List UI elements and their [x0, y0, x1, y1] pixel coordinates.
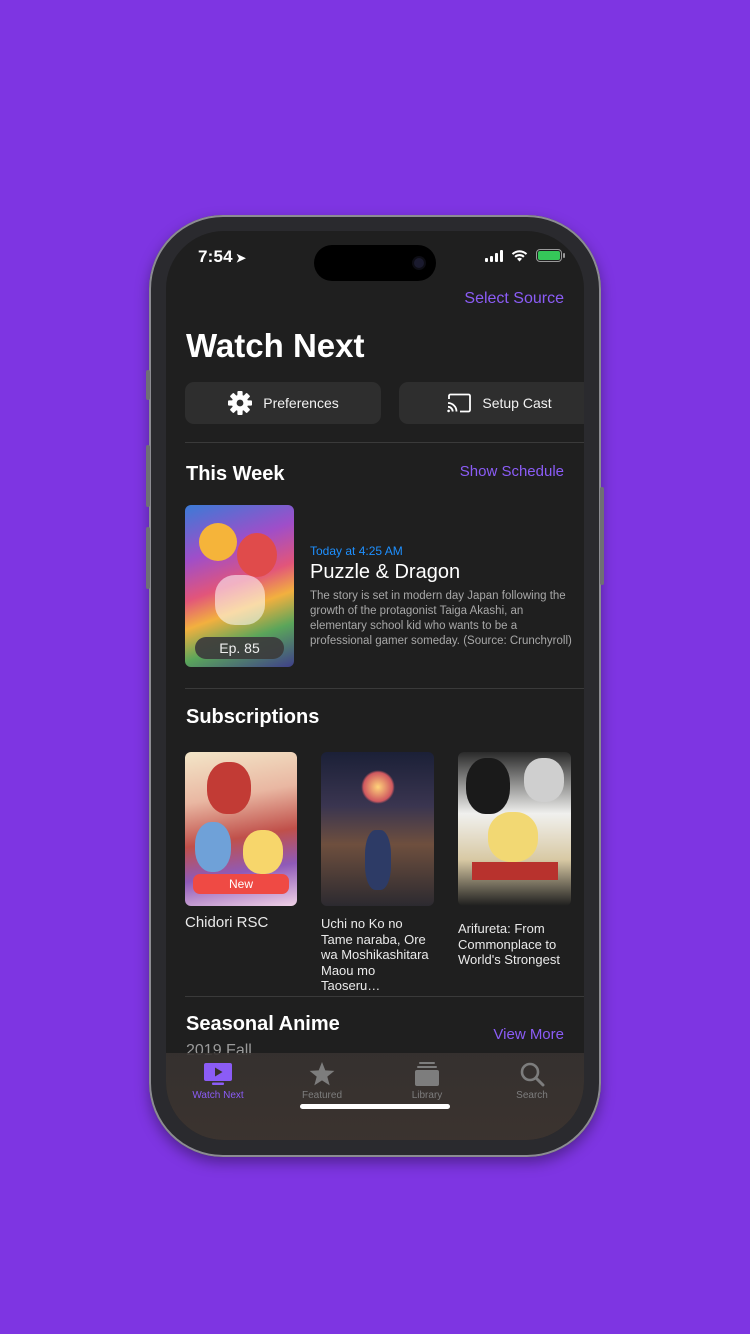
poster-art-shape — [524, 758, 564, 802]
show-description: The story is set in modern day Japan fol… — [310, 590, 572, 647]
tab-label: Library — [411, 1090, 443, 1101]
episode-badge: Ep. 85 — [195, 637, 284, 659]
poster-art-shape — [472, 862, 558, 880]
subscriptions-heading: Subscriptions — [186, 706, 320, 728]
library-stack-icon — [415, 1062, 439, 1086]
volume-down-button — [146, 527, 150, 589]
poster-art-shape — [361, 770, 395, 804]
divider — [185, 688, 584, 689]
subscription-title: Arifureta: From Commonplace to World's S… — [458, 921, 560, 967]
tab-label: Featured — [301, 1090, 343, 1101]
home-indicator[interactable] — [300, 1104, 450, 1109]
seasonal-heading: Seasonal Anime — [186, 1013, 340, 1035]
poster-art-shape — [207, 762, 251, 814]
divider — [185, 442, 584, 443]
tab-label: Watch Next — [192, 1090, 244, 1101]
tv-play-icon — [204, 1063, 232, 1085]
battery-charging-icon — [536, 249, 565, 262]
poster-art-shape — [215, 575, 265, 625]
divider — [185, 996, 584, 997]
tab-featured[interactable]: Featured — [282, 1061, 362, 1101]
tab-library[interactable]: Library — [387, 1061, 467, 1101]
poster-art-shape — [488, 812, 538, 862]
status-time-text: 7:54 — [198, 247, 233, 266]
cast-icon — [447, 393, 472, 413]
poster-art-shape — [199, 523, 237, 561]
search-icon — [520, 1062, 545, 1087]
poster-art-shape — [365, 830, 391, 890]
this-week-heading: This Week — [186, 463, 285, 485]
tab-search[interactable]: Search — [492, 1061, 572, 1101]
app-screen: 7:54 ➤ Select Source Watch Next Preferen… — [166, 231, 584, 1140]
wifi-icon — [511, 250, 528, 262]
show-title: Puzzle & Dragon — [310, 561, 461, 583]
poster-art-shape — [237, 533, 277, 577]
cellular-signal-icon — [485, 249, 503, 262]
page-title: Watch Next — [186, 327, 365, 364]
preferences-button[interactable]: Preferences — [185, 382, 381, 424]
setup-cast-label: Setup Cast — [482, 395, 552, 411]
uchi-no-ko-poster[interactable] — [321, 752, 434, 906]
arifureta-poster[interactable] — [458, 752, 571, 906]
show-schedule-link[interactable]: Show Schedule — [460, 463, 564, 480]
status-icons — [485, 249, 565, 262]
preferences-label: Preferences — [263, 395, 339, 411]
side-button — [600, 487, 604, 585]
subscription-title: Uchi no Ko no Tame naraba, Ore wa Moshik… — [321, 916, 429, 993]
new-badge: New — [193, 874, 289, 894]
volume-up-button — [146, 445, 150, 507]
puzzle-dragon-poster[interactable]: Ep. 85 — [185, 505, 294, 667]
subscription-title: Chidori RSC — [185, 914, 269, 931]
select-source-link[interactable]: Select Source — [464, 290, 564, 308]
tab-label: Search — [516, 1090, 548, 1101]
this-week-details[interactable]: Today at 4:25 AM Puzzle & Dragon The sto… — [310, 544, 580, 649]
poster-art-shape — [195, 822, 231, 872]
location-arrow-icon: ➤ — [235, 251, 247, 265]
chidori-rsc-poster[interactable]: New — [185, 752, 297, 906]
gear-icon — [228, 391, 253, 415]
status-time: 7:54 ➤ — [198, 247, 246, 267]
tab-watch-next[interactable]: Watch Next — [178, 1061, 258, 1101]
star-icon — [309, 1062, 335, 1086]
poster-art-shape — [243, 830, 283, 874]
air-time: Today at 4:25 AM — [310, 544, 403, 558]
status-bar: 7:54 ➤ — [166, 245, 584, 269]
silent-switch — [146, 370, 150, 400]
tab-bar: Watch Next Featured Library Search — [166, 1053, 584, 1140]
view-more-link[interactable]: View More — [493, 1026, 564, 1043]
poster-art-shape — [466, 758, 510, 814]
setup-cast-button[interactable]: Setup Cast — [399, 382, 584, 424]
